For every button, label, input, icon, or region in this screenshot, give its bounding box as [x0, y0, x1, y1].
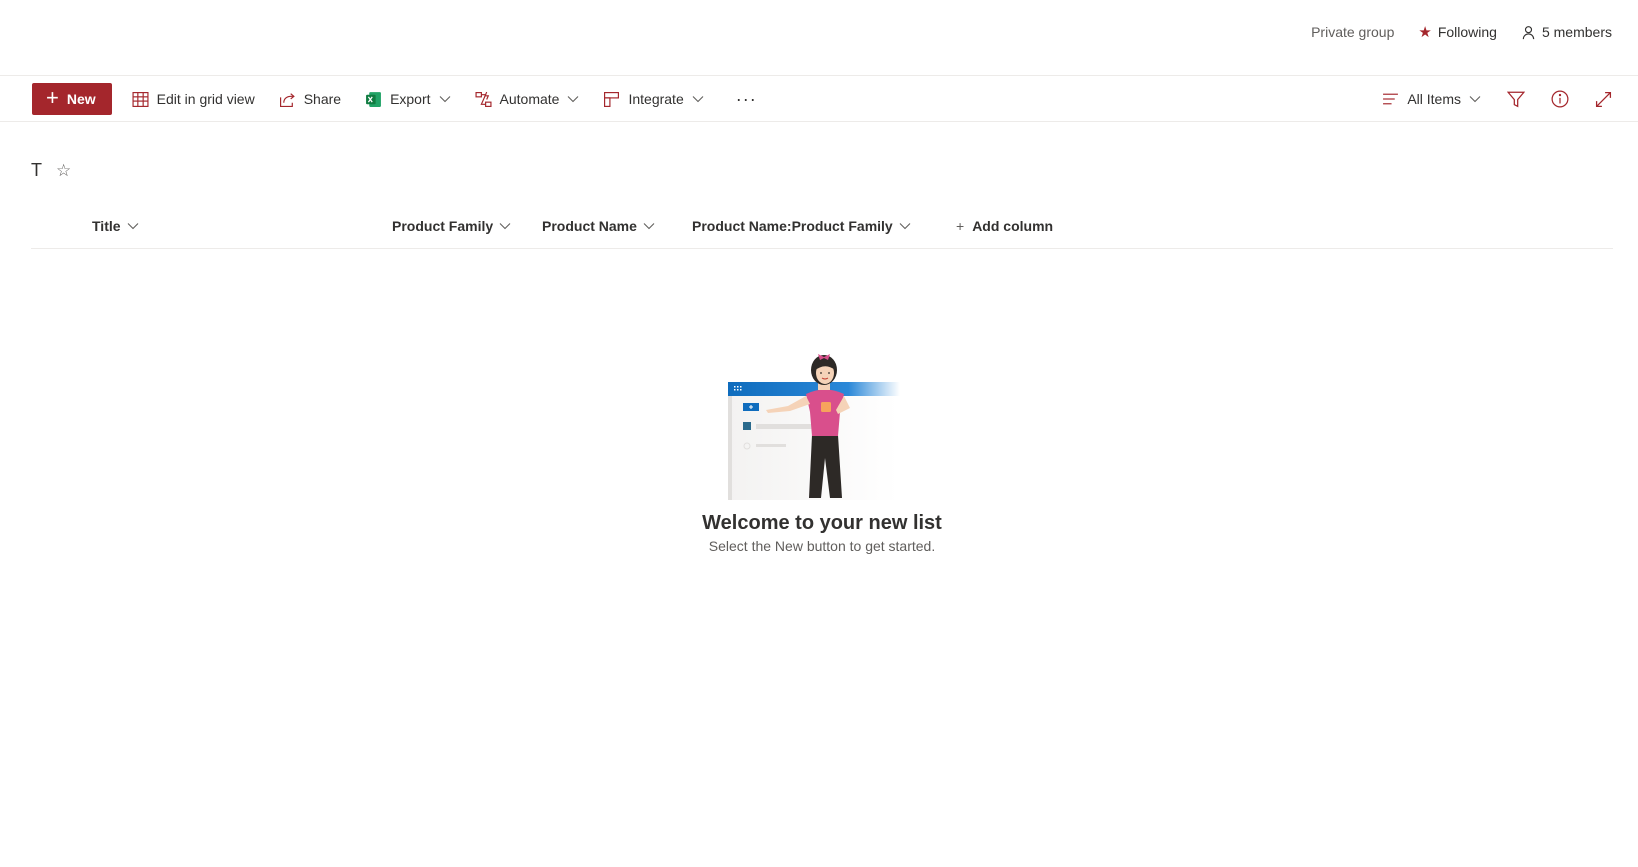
- chevron-down-icon: [692, 96, 704, 103]
- export-button[interactable]: Export: [365, 83, 462, 115]
- site-header-actions: Private group ★ Following 5 members: [1311, 24, 1612, 40]
- chevron-down-icon: [899, 223, 911, 230]
- list-title-text: T: [31, 160, 42, 180]
- integrate-label: Integrate: [628, 91, 684, 107]
- view-label: All Items: [1407, 91, 1461, 107]
- command-bar-right: All Items: [1382, 83, 1612, 115]
- view-selector[interactable]: All Items: [1382, 83, 1481, 115]
- column-header-product-name[interactable]: Product Name: [542, 218, 655, 234]
- chevron-down-icon: [1469, 96, 1481, 103]
- empty-state-subtitle: Select the New button to get started.: [708, 538, 936, 554]
- members-label: 5 members: [1541, 24, 1612, 40]
- chevron-down-icon: [643, 223, 655, 230]
- expand-icon: [1595, 91, 1612, 107]
- empty-list-illustration: [728, 354, 900, 500]
- column-header-product-name-family[interactable]: Product Name:Product Family: [692, 218, 911, 234]
- chevron-down-icon: [127, 223, 138, 230]
- list-title: T ☆: [31, 160, 71, 181]
- edit-grid-label: Edit in grid view: [156, 91, 255, 107]
- follow-button[interactable]: ★ Following: [1418, 24, 1497, 40]
- integrate-button[interactable]: Integrate: [603, 83, 715, 115]
- column-header-label: Title: [92, 218, 121, 234]
- automate-label: Automate: [499, 91, 560, 107]
- column-header-row: Title Product Family Product Name Produc…: [31, 212, 1613, 249]
- command-bar: + New Edit in grid view Share Export Aut…: [0, 77, 1638, 122]
- column-header-label: Product Name:Product Family: [692, 218, 893, 234]
- filter-icon: [1507, 91, 1525, 108]
- privacy-label: Private group: [1311, 24, 1395, 40]
- info-icon: [1551, 90, 1569, 108]
- more-options-icon[interactable]: ···: [736, 89, 757, 110]
- export-label: Export: [390, 91, 431, 107]
- command-bar-left: + New Edit in grid view Share Export Aut…: [32, 83, 757, 115]
- column-header-label: Product Name: [542, 218, 637, 234]
- fullscreen-button[interactable]: [1595, 83, 1612, 115]
- column-header-label: Product Family: [392, 218, 494, 234]
- automate-button[interactable]: Automate: [475, 83, 592, 115]
- chevron-down-icon: [568, 96, 579, 103]
- column-header-title[interactable]: Title: [92, 218, 139, 234]
- info-button[interactable]: [1551, 83, 1569, 115]
- filter-button[interactable]: [1507, 83, 1525, 115]
- column-header-product-family[interactable]: Product Family: [392, 218, 511, 234]
- excel-icon: [366, 91, 381, 107]
- integrate-icon: [604, 91, 620, 107]
- grid-icon: [132, 91, 149, 107]
- site-header: Private group ★ Following 5 members: [0, 0, 1638, 76]
- share-label: Share: [303, 91, 342, 107]
- chevron-down-icon: [499, 223, 511, 230]
- plus-icon: +: [956, 218, 965, 234]
- follow-label: Following: [1437, 24, 1497, 40]
- plus-icon: +: [46, 85, 59, 110]
- share-button[interactable]: Share: [279, 83, 353, 115]
- share-icon: [279, 92, 295, 107]
- empty-state-title: Welcome to your new list: [702, 512, 942, 534]
- view-lines-icon: [1383, 93, 1399, 105]
- person-icon: [1522, 25, 1535, 39]
- automate-icon: [475, 91, 492, 107]
- star-filled-icon: ★: [1418, 23, 1432, 41]
- add-column-label: Add column: [972, 218, 1054, 234]
- edit-grid-button[interactable]: Edit in grid view: [132, 83, 267, 115]
- chevron-down-icon: [439, 96, 450, 103]
- members-button[interactable]: 5 members: [1521, 24, 1612, 40]
- add-column-button[interactable]: + Add column: [956, 218, 1053, 234]
- new-button[interactable]: + New: [32, 83, 112, 115]
- new-button-label: New: [66, 91, 96, 107]
- favorite-star-icon[interactable]: ☆: [56, 161, 71, 181]
